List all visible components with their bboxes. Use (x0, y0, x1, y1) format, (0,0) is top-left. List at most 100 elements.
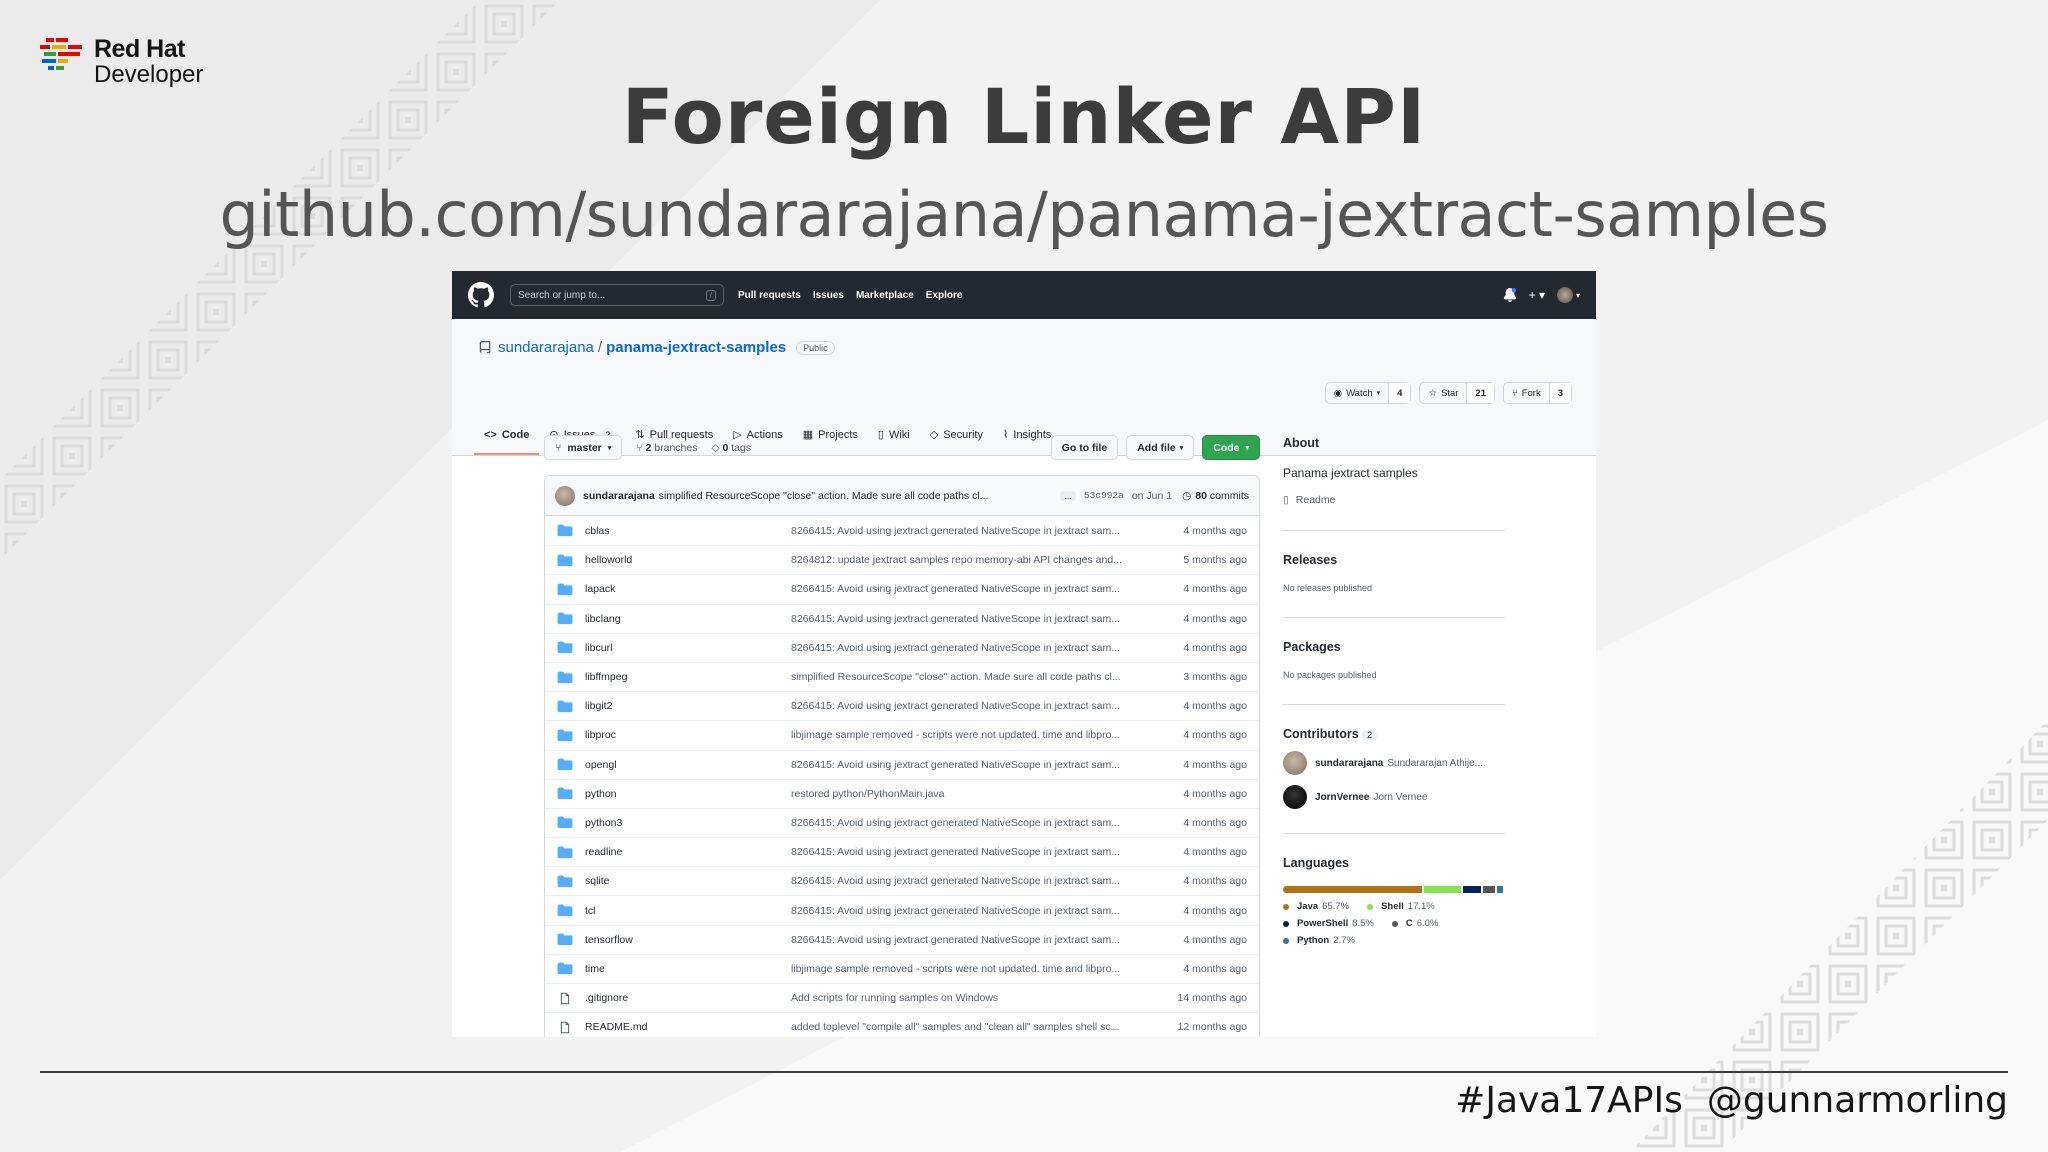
contributors-heading[interactable]: Contributors 2 (1283, 727, 1505, 741)
star-button[interactable]: ☆ Star 21 (1419, 382, 1495, 404)
file-commit-age: 5 months ago (1183, 554, 1247, 567)
file-name-link[interactable]: python3 (585, 817, 791, 829)
tags-link[interactable]: ◇ 0 tags (711, 442, 751, 454)
file-name-link[interactable]: python (585, 788, 791, 800)
file-commit-message[interactable]: 8266415: Avoid using jextract generated … (791, 525, 1167, 537)
file-name-link[interactable]: time (585, 963, 791, 975)
file-name-link[interactable]: cblas (585, 525, 791, 537)
file-name-link[interactable]: lapack (585, 583, 791, 595)
search-input[interactable]: Search or jump to... / (510, 284, 724, 306)
file-commit-age: 4 months ago (1183, 875, 1247, 888)
file-name-link[interactable]: .gitignore (585, 992, 791, 1004)
file-name-link[interactable]: README.md (585, 1021, 791, 1033)
repo-owner-link[interactable]: sundararajana (498, 339, 594, 356)
github-logo-icon[interactable] (468, 282, 494, 308)
table-row[interactable]: tcl 8266415: Avoid using jextract generat… (545, 895, 1259, 924)
commit-message[interactable]: simplified ResourceScope "close" action.… (659, 490, 1053, 502)
nav-issues[interactable]: Issues (813, 290, 844, 301)
table-row[interactable]: lapack 8266415: Avoid using jextract gene… (545, 574, 1259, 603)
commit-sha[interactable]: 53c992a (1084, 490, 1124, 501)
file-commit-message[interactable]: restored python/PythonMain.java (791, 788, 1167, 800)
table-row[interactable]: cblas 8266415: Avoid using jextract gener… (545, 516, 1259, 545)
file-commit-message[interactable]: 8266415: Avoid using jextract generated … (791, 846, 1167, 858)
file-commit-message[interactable]: added toplevel "compile all" samples and… (791, 1021, 1167, 1033)
file-name-link[interactable]: readline (585, 846, 791, 858)
file-name-link[interactable]: sqlite (585, 875, 791, 887)
file-name-link[interactable]: libcurl (585, 642, 791, 654)
watch-button[interactable]: ◉ Watch ▾ 4 (1324, 382, 1412, 404)
nav-marketplace[interactable]: Marketplace (856, 290, 914, 301)
user-avatar-menu[interactable]: ▾ (1556, 287, 1580, 303)
go-to-file-button[interactable]: Go to file (1050, 435, 1119, 460)
table-row[interactable]: time libjimage sample removed - scripts w… (545, 953, 1259, 983)
table-row[interactable]: libffmpeg simplified ResourceScope "close… (545, 661, 1259, 691)
file-name-link[interactable]: libclang (585, 613, 791, 625)
file-commit-message[interactable]: 8266415: Avoid using jextract generated … (791, 817, 1167, 829)
file-name-link[interactable]: libproc (585, 729, 791, 741)
folder-icon (557, 787, 573, 800)
fork-button[interactable]: ⑂ Fork 3 (1503, 382, 1572, 404)
language-item[interactable]: Shell 17.1% (1367, 901, 1435, 912)
contributor-item[interactable]: JornVernee Jorn Vernee (1283, 785, 1505, 809)
branch-selector[interactable]: ⑂ master ▾ (544, 435, 623, 460)
nav-explore[interactable]: Explore (926, 290, 963, 301)
fork-count[interactable]: 3 (1548, 383, 1571, 403)
file-name-link[interactable]: tcl (585, 905, 791, 917)
table-row[interactable]: libgit2 8266415: Avoid using jextract gen… (545, 691, 1259, 720)
language-item[interactable]: C 6.0% (1391, 918, 1438, 929)
table-row[interactable]: opengl 8266415: Avoid using jextract gene… (545, 749, 1259, 779)
tab-code[interactable]: <> Code (474, 428, 540, 455)
file-commit-message[interactable]: 8266415: Avoid using jextract generated … (791, 583, 1167, 595)
file-commit-message[interactable]: 8264812: update jextract samples repo me… (791, 554, 1167, 566)
file-commit-message[interactable]: 8266415: Avoid using jextract generated … (791, 934, 1167, 946)
table-row[interactable]: libcurl 8266415: Avoid using jextract gen… (545, 632, 1259, 662)
code-button[interactable]: Code ▾ (1202, 435, 1260, 460)
commits-link[interactable]: 80 commits (1195, 490, 1249, 502)
file-commit-message[interactable]: 8266415: Avoid using jextract generated … (791, 700, 1167, 712)
releases-heading[interactable]: Releases (1283, 553, 1505, 567)
table-row[interactable]: .gitignore Add scripts for running sample… (545, 983, 1259, 1012)
add-file-button[interactable]: Add file ▾ (1126, 435, 1195, 460)
bell-icon[interactable] (1503, 288, 1517, 302)
avatar[interactable] (555, 485, 575, 506)
packages-heading[interactable]: Packages (1283, 640, 1505, 654)
table-row[interactable]: README.md added toplevel "compile all" sa… (545, 1012, 1259, 1037)
file-commit-message[interactable]: simplified ResourceScope "close" action.… (791, 671, 1167, 683)
file-name-link[interactable]: helloworld (585, 554, 791, 566)
table-row[interactable]: sqlite 8266415: Avoid using jextract gene… (545, 866, 1259, 895)
repo-name-link[interactable]: panama-jextract-samples (606, 339, 786, 356)
file-commit-message[interactable]: libjimage sample removed - scripts were … (791, 729, 1167, 741)
table-row[interactable]: python restored python/PythonMain.java 4 m… (545, 778, 1259, 808)
readme-link[interactable]: ▯ Readme (1283, 494, 1505, 506)
contributor-login: JornVernee (1315, 791, 1370, 803)
file-name-link[interactable]: opengl (585, 759, 791, 771)
file-name-link[interactable]: libffmpeg (585, 671, 791, 683)
commit-author[interactable]: sundararajana (583, 490, 655, 502)
table-row[interactable]: helloworld 8264812: update jextract sampl… (545, 545, 1259, 574)
table-row[interactable]: readline 8266415: Avoid using jextract ge… (545, 837, 1259, 866)
watch-count[interactable]: 4 (1388, 383, 1411, 403)
nav-pull-requests[interactable]: Pull requests (738, 290, 801, 301)
file-commit-message[interactable]: 8266415: Avoid using jextract generated … (791, 875, 1167, 887)
file-commit-message[interactable]: libjimage sample removed - scripts were … (791, 963, 1167, 975)
table-row[interactable]: tensorflow 8266415: Avoid using jextract … (545, 924, 1259, 954)
star-count[interactable]: 21 (1466, 383, 1494, 403)
language-item[interactable]: Python 2.7% (1283, 935, 1355, 946)
file-commit-message[interactable]: 8266415: Avoid using jextract generated … (791, 905, 1167, 917)
branches-link[interactable]: ⑂ 2 branches (636, 442, 697, 454)
table-row[interactable]: libclang 8266415: Avoid using jextract ge… (545, 603, 1259, 633)
file-commit-message[interactable]: 8266415: Avoid using jextract generated … (791, 759, 1167, 771)
table-row[interactable]: python3 8266415: Avoid using jextract gen… (545, 807, 1259, 837)
file-name-link[interactable]: tensorflow (585, 934, 791, 946)
file-commit-message[interactable]: 8266415: Avoid using jextract generated … (791, 642, 1167, 654)
language-item[interactable]: PowerShell 8.5% (1283, 918, 1374, 929)
footer-divider (40, 1071, 2008, 1073)
contributor-item[interactable]: sundararajana Sundararajan Athije... (1283, 751, 1505, 775)
create-new-dropdown[interactable]: + ▾ (1529, 288, 1545, 302)
file-commit-message[interactable]: 8266415: Avoid using jextract generated … (791, 613, 1167, 625)
file-name-link[interactable]: libgit2 (585, 700, 791, 712)
file-commit-message[interactable]: Add scripts for running samples on Windo… (791, 992, 1167, 1004)
table-row[interactable]: libproc libjimage sample removed - script… (545, 720, 1259, 749)
commit-expand-button[interactable]: ... (1060, 490, 1076, 501)
language-item[interactable]: Java 65.7% (1283, 901, 1349, 912)
